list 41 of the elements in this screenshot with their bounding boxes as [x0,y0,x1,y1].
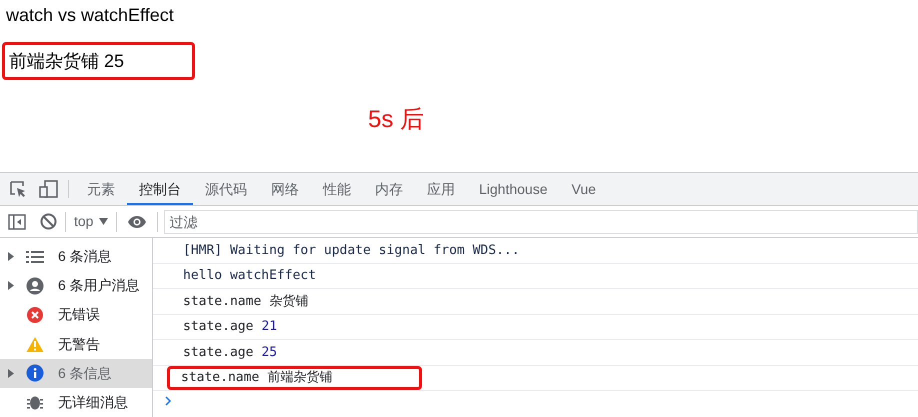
warning-icon [26,336,44,353]
sidebar-item[interactable]: 6 条信息 [0,358,152,388]
devtools-tab[interactable]: Vue [560,173,608,205]
eye-icon[interactable] [127,214,148,228]
devtools-tab[interactable]: 网络 [259,173,311,205]
devtools-tab[interactable]: Lighthouse [467,173,560,205]
output-text: 前端杂货铺 25 [2,42,195,80]
user-icon [26,276,44,295]
expand-arrow-icon[interactable] [8,252,14,262]
expand-arrow-icon[interactable] [8,281,14,290]
devtools-tab[interactable]: 源代码 [193,173,259,205]
error-icon [26,306,44,324]
device-icon[interactable] [39,180,59,198]
caret-icon [99,218,108,225]
info-icon [26,364,44,382]
log-message: hello watchEffect [182,267,318,285]
devtools-tab[interactable]: 内存 [363,173,415,205]
log-message: state.name 前端杂货铺 [167,366,422,390]
sidebar-item[interactable]: 无错误 [0,300,152,330]
filter-field[interactable]: 过滤 [164,210,918,234]
list-icon [26,250,44,264]
delay-note: 5s 后 [368,106,424,134]
page-title: watch vs watchEffect [6,4,174,26]
devtools-tab[interactable]: 应用 [415,173,467,205]
devtools-tab[interactable]: 元素 [75,173,127,205]
sidebar-toggle-icon[interactable] [8,214,26,230]
expand-arrow-icon[interactable] [8,368,14,378]
devtools-tab[interactable]: 控制台 [127,173,193,205]
log-message: state.age 21 [182,318,278,336]
context-dropdown[interactable]: top [66,211,116,232]
sidebar-item[interactable]: 无详细消息 [0,388,152,417]
sidebar-item[interactable]: 6 条消息 [0,242,152,272]
sidebar-item[interactable]: 无警告 [0,330,152,359]
prompt-chevron-icon [165,396,172,406]
clear-icon[interactable] [40,213,57,230]
log-message: [HMR] Waiting for update signal from WDS... [182,242,521,260]
log-message: state.age 25 [182,344,278,362]
devtools-tab[interactable]: 性能 [311,173,363,205]
sidebar-item[interactable]: 6 条用户消息 [0,271,152,300]
inspect-icon[interactable] [9,180,27,198]
log-message: state.name 杂货铺 [182,292,310,310]
